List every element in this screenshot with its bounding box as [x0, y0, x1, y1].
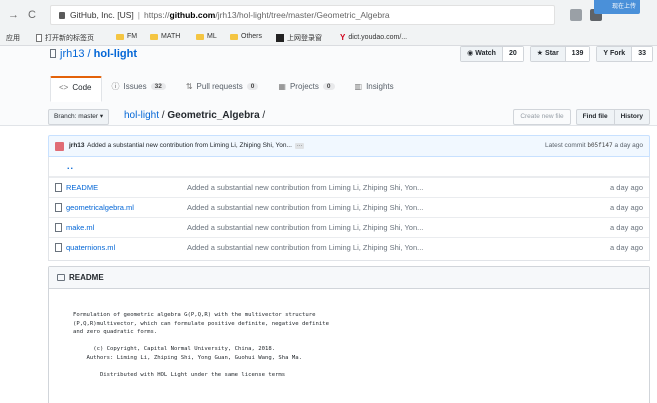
bookmark-login[interactable]: 上网登录窗 — [276, 33, 322, 43]
file-list: .. README Added a substantial new contrib… — [48, 157, 650, 261]
repo-actions: ◉ Watch 20 ★ Star 139 Y Fork 33 — [454, 46, 653, 62]
file-navigation: Branch: master ▾ hol-light / Geometric_A… — [48, 108, 650, 128]
file-commit-message[interactable]: Added a substantial new contribution fro… — [187, 223, 423, 232]
bookmarks-bar: 应用 打开新的标签页 FM MATH ML Others 上网登录窗 Ydict… — [0, 30, 657, 46]
commit-age: a day ago — [614, 142, 643, 149]
project-icon: ▦ — [278, 82, 286, 91]
book-icon — [57, 274, 65, 281]
upload-widget[interactable]: 现在上传 — [594, 0, 640, 14]
lock-icon — [59, 12, 65, 19]
address-bar[interactable]: GitHub, Inc. [US] | https://github.com/jrh… — [50, 5, 555, 25]
file-name-link[interactable]: quaternions.ml — [66, 243, 115, 252]
file-icon — [55, 223, 62, 232]
file-commit-message[interactable]: Added a substantial new contribution fro… — [187, 183, 423, 192]
commit-tease: jrh13 Added a substantial new contributi… — [48, 135, 650, 157]
file-icon — [55, 243, 62, 252]
fork-button[interactable]: Y Fork 33 — [596, 46, 653, 62]
commit-message[interactable]: Added a substantial new contribution fro… — [87, 142, 305, 149]
folder-icon — [116, 33, 124, 40]
find-file-button[interactable]: Find file — [575, 109, 615, 125]
create-new-file-button[interactable]: Create new file — [513, 109, 571, 125]
file-name-link[interactable]: README — [66, 183, 98, 192]
readme-header: README — [49, 267, 649, 289]
bookmark-youdao[interactable]: Ydict.youdao.com/... — [340, 33, 407, 42]
pull-request-icon: ⇅ — [185, 82, 193, 91]
file-row[interactable]: README Added a substantial new contributi… — [49, 177, 649, 197]
repo-owner-link[interactable]: jrh13 — [60, 48, 84, 60]
parent-directory-row[interactable]: .. — [49, 157, 649, 177]
file-commit-message[interactable]: Added a substantial new contribution fro… — [187, 243, 423, 252]
page-icon — [36, 34, 42, 42]
breadcrumb-current: Geometric_Algebra — [167, 110, 260, 121]
tab-projects[interactable]: ▦ Projects 0 — [269, 76, 345, 102]
fork-count[interactable]: 33 — [631, 47, 652, 61]
folder-icon — [150, 33, 158, 40]
translate-icon[interactable] — [570, 9, 582, 21]
folder-icon — [230, 33, 238, 40]
watch-count[interactable]: 20 — [501, 47, 523, 61]
reload-icon[interactable]: C — [28, 9, 36, 21]
repo-icon — [50, 49, 56, 58]
browser-toolbar: → C GitHub, Inc. [US] | https://github.com… — [0, 0, 657, 30]
readme-content: Formulation of geometric algebra G(P,Q,R… — [73, 312, 329, 379]
tab-pull-requests[interactable]: ⇅ Pull requests 0 — [177, 76, 270, 102]
file-age: a day ago — [610, 223, 643, 232]
latest-commit: Latest commit b05f147 a day ago — [545, 142, 643, 149]
commit-author[interactable]: jrh13 — [69, 142, 85, 149]
bookmark-ml[interactable]: ML — [196, 33, 217, 40]
parent-directory-link[interactable]: .. — [67, 161, 74, 171]
avatar[interactable] — [55, 142, 64, 151]
fork-icon: Y — [603, 50, 609, 57]
repo-tabs: <> Code ⓘ Issues 32 ⇅ Pull requests 0 ▦ Projec… — [50, 76, 405, 102]
back-icon[interactable]: → — [8, 9, 19, 21]
youdao-icon: Y — [340, 33, 346, 42]
file-age: a day ago — [610, 243, 643, 252]
code-icon: <> — [59, 82, 69, 92]
file-age: a day ago — [610, 203, 643, 212]
expand-commit-button[interactable]: ··· — [294, 143, 305, 149]
tab-code[interactable]: <> Code — [50, 76, 103, 102]
site-identity: GitHub, Inc. [US] — [70, 10, 134, 20]
url-host: github.com — [169, 10, 216, 20]
file-commit-message[interactable]: Added a substantial new contribution fro… — [187, 203, 423, 212]
history-button[interactable]: History — [613, 109, 650, 125]
branch-select[interactable]: Branch: master ▾ — [48, 109, 110, 125]
file-icon — [55, 183, 62, 192]
watch-button[interactable]: ◉ Watch 20 — [460, 46, 524, 62]
file-buttons: Create new file Find file History — [513, 109, 650, 125]
bookmark-others[interactable]: Others — [230, 33, 262, 40]
star-button[interactable]: ★ Star 139 — [529, 46, 591, 62]
breadcrumb: hol-light / Geometric_Algebra / — [124, 110, 266, 121]
issues-count: 32 — [150, 83, 166, 90]
repo-name-link[interactable]: hol-light — [94, 48, 137, 60]
bookmark-new-tab[interactable]: 打开新的标签页 — [36, 33, 94, 43]
file-row[interactable]: geometricalgebra.ml Added a substantial n… — [49, 197, 649, 217]
commit-sha[interactable]: b05f147 — [587, 142, 612, 149]
bookmark-math[interactable]: MATH — [150, 33, 180, 40]
graph-icon: ▥ — [354, 82, 363, 91]
readme-panel: README Formulation of geometric algebra … — [48, 266, 650, 403]
tab-issues[interactable]: ⓘ Issues 32 — [102, 76, 176, 102]
file-icon — [55, 203, 62, 212]
issue-icon: ⓘ — [111, 82, 120, 91]
star-count[interactable]: 139 — [564, 47, 590, 61]
bookmark-apps[interactable]: 应用 — [6, 33, 20, 43]
folder-icon — [196, 33, 204, 40]
bookmark-fm[interactable]: FM — [116, 33, 137, 40]
repo-title: jrh13 / hol-light — [50, 48, 137, 60]
file-name-link[interactable]: make.ml — [66, 223, 94, 232]
readme-title: README — [69, 273, 104, 282]
file-row[interactable]: make.ml Added a substantial new contribut… — [49, 217, 649, 237]
projects-count: 0 — [322, 83, 335, 90]
breadcrumb-repo-link[interactable]: hol-light — [124, 110, 159, 121]
tab-insights[interactable]: ▥ Insights — [346, 76, 405, 102]
file-age: a day ago — [610, 183, 643, 192]
file-row[interactable]: quaternions.ml Added a substantial new co… — [49, 237, 649, 257]
file-name-link[interactable]: geometricalgebra.ml — [66, 203, 134, 212]
eye-icon: ◉ — [467, 50, 474, 57]
star-icon: ★ — [536, 50, 544, 57]
url-path: /jrh13/hol-light/tree/master/Geometric_A… — [215, 10, 390, 20]
pulls-count: 0 — [246, 83, 259, 90]
square-icon — [276, 34, 284, 42]
